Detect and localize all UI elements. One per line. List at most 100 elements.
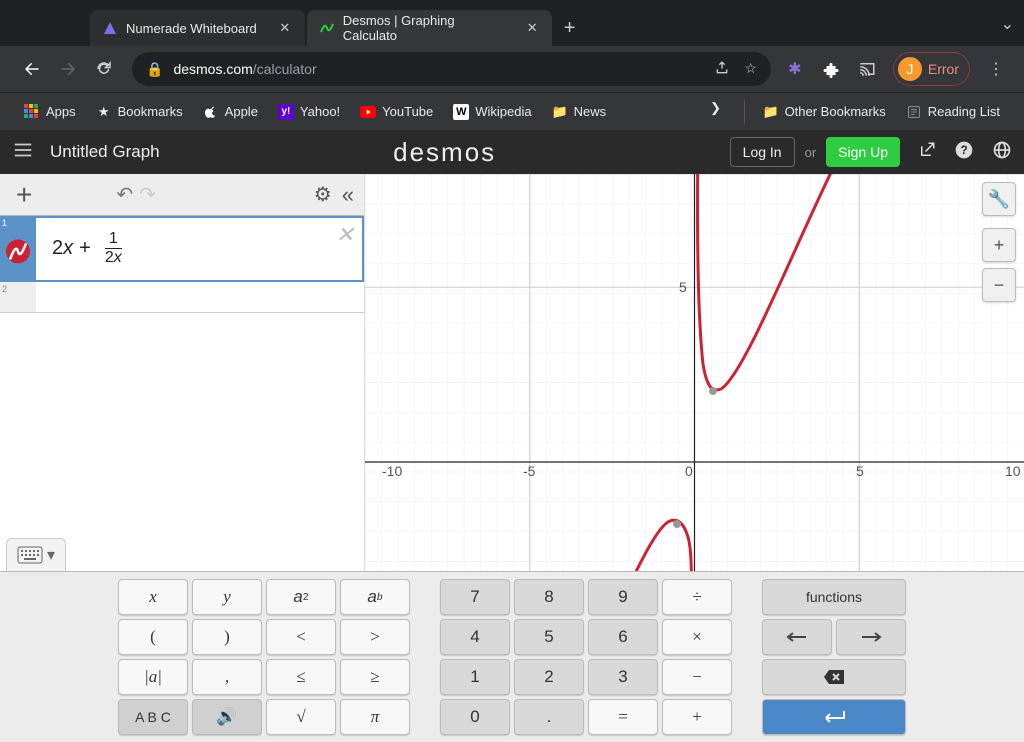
key-abc[interactable]: A B C bbox=[118, 699, 188, 735]
close-icon[interactable]: ✕ bbox=[277, 20, 293, 36]
new-tab-button[interactable]: + bbox=[554, 10, 586, 46]
bookmark-folder[interactable]: ★Bookmarks bbox=[86, 104, 193, 120]
key-eq[interactable]: = bbox=[588, 699, 658, 735]
settings-icon[interactable]: ⚙ bbox=[314, 182, 332, 207]
zoom-in-button[interactable]: + bbox=[982, 228, 1016, 262]
key-pi[interactable]: π bbox=[340, 699, 410, 735]
share-icon[interactable] bbox=[918, 141, 936, 164]
keyboard-toggle[interactable]: ▾ bbox=[6, 538, 66, 571]
close-icon[interactable]: ✕ bbox=[336, 222, 354, 248]
extensions-icon[interactable] bbox=[821, 59, 841, 79]
profile-error: Error bbox=[928, 61, 959, 77]
key-4[interactable]: 4 bbox=[440, 619, 510, 655]
reading-list[interactable]: Reading List bbox=[896, 100, 1010, 124]
redo-button[interactable]: ↷ bbox=[139, 182, 156, 207]
expression-input[interactable] bbox=[36, 282, 364, 312]
collapse-icon[interactable]: « bbox=[342, 182, 354, 208]
graph-svg: -10 -5 0 5 10 5 bbox=[365, 174, 1024, 571]
key-rparen[interactable]: ) bbox=[192, 619, 262, 655]
expression-toolbar: + ↶ ↷ ⚙ « bbox=[0, 174, 364, 216]
overflow-icon[interactable]: ❯ bbox=[708, 100, 724, 116]
svg-text:-10: -10 bbox=[382, 463, 402, 479]
youtube-icon bbox=[360, 104, 376, 120]
bookmark-yahoo[interactable]: y!Yahoo! bbox=[268, 104, 350, 120]
key-comma[interactable]: , bbox=[192, 659, 262, 695]
login-button[interactable]: Log In bbox=[730, 137, 795, 167]
reload-button[interactable] bbox=[86, 51, 122, 87]
graph-title[interactable]: Untitled Graph bbox=[50, 142, 160, 162]
key-sub[interactable]: − bbox=[662, 659, 732, 695]
key-5[interactable]: 5 bbox=[514, 619, 584, 655]
svg-text:-5: -5 bbox=[523, 463, 536, 479]
undo-button[interactable]: ↶ bbox=[116, 182, 133, 207]
zoom-out-button[interactable]: − bbox=[982, 268, 1016, 302]
star-icon[interactable]: ☆ bbox=[744, 60, 757, 79]
apps-button[interactable]: Apps bbox=[14, 104, 86, 120]
extension-icon[interactable]: ✱ bbox=[785, 59, 805, 79]
wrench-icon[interactable]: 🔧 bbox=[982, 182, 1016, 216]
share-icon[interactable] bbox=[714, 60, 730, 79]
svg-text:5: 5 bbox=[679, 279, 687, 295]
bookmark-news[interactable]: 📁News bbox=[542, 104, 617, 120]
app-header: Untitled Graph desmos Log In or Sign Up … bbox=[0, 130, 1024, 174]
key-2[interactable]: 2 bbox=[514, 659, 584, 695]
signup-button[interactable]: Sign Up bbox=[826, 137, 900, 167]
bookmark-wikipedia[interactable]: WWikipedia bbox=[443, 104, 541, 120]
key-add[interactable]: + bbox=[662, 699, 732, 735]
bookmark-apple[interactable]: Apple bbox=[193, 104, 268, 120]
apple-icon bbox=[203, 104, 219, 120]
forward-button[interactable] bbox=[50, 51, 86, 87]
key-9[interactable]: 9 bbox=[588, 579, 658, 615]
tab-numerade[interactable]: Numerade Whiteboard ✕ bbox=[90, 10, 305, 46]
menu-icon[interactable] bbox=[12, 139, 34, 166]
folder-icon: 📁 bbox=[552, 104, 568, 120]
chevron-down-icon[interactable]: ⌄ bbox=[1001, 14, 1014, 34]
key-1[interactable]: 1 bbox=[440, 659, 510, 695]
key-right[interactable] bbox=[836, 619, 906, 655]
key-a2[interactable]: a2 bbox=[266, 579, 336, 615]
graph-area[interactable]: -10 -5 0 5 10 5 🔧 + − bbox=[365, 174, 1024, 571]
key-lt[interactable]: < bbox=[266, 619, 336, 655]
expression-row-1[interactable]: 1 2x + 1 2x ✕ bbox=[0, 216, 364, 282]
wikipedia-icon: W bbox=[453, 104, 469, 120]
key-div[interactable]: ÷ bbox=[662, 579, 732, 615]
language-icon[interactable] bbox=[992, 140, 1012, 165]
key-abs[interactable]: |a| bbox=[118, 659, 188, 695]
key-dot[interactable]: . bbox=[514, 699, 584, 735]
key-ab[interactable]: ab bbox=[340, 579, 410, 615]
key-y[interactable]: y bbox=[192, 579, 262, 615]
close-icon[interactable]: ✕ bbox=[525, 20, 540, 36]
key-functions[interactable]: functions bbox=[762, 579, 906, 615]
toolbar-icons: ✱ J Error ⋮ bbox=[781, 52, 1010, 86]
other-bookmarks[interactable]: 📁Other Bookmarks bbox=[753, 100, 896, 124]
help-icon[interactable]: ? bbox=[954, 140, 974, 165]
key-sqrt[interactable]: √ bbox=[266, 699, 336, 735]
key-ge[interactable]: ≥ bbox=[340, 659, 410, 695]
key-backspace[interactable] bbox=[762, 659, 906, 695]
key-7[interactable]: 7 bbox=[440, 579, 510, 615]
key-8[interactable]: 8 bbox=[514, 579, 584, 615]
key-3[interactable]: 3 bbox=[588, 659, 658, 695]
key-lparen[interactable]: ( bbox=[118, 619, 188, 655]
key-audio[interactable]: 🔊 bbox=[192, 699, 262, 735]
curve-icon[interactable] bbox=[6, 239, 30, 263]
key-x[interactable]: x bbox=[118, 579, 188, 615]
key-left[interactable] bbox=[762, 619, 832, 655]
key-0[interactable]: 0 bbox=[440, 699, 510, 735]
svg-text:0: 0 bbox=[685, 463, 693, 479]
cast-icon[interactable] bbox=[857, 59, 877, 79]
tab-desmos[interactable]: Desmos | Graphing Calculato ✕ bbox=[307, 10, 552, 46]
key-mul[interactable]: × bbox=[662, 619, 732, 655]
key-gt[interactable]: > bbox=[340, 619, 410, 655]
expression-input[interactable]: 2x + 1 2x ✕ bbox=[36, 216, 364, 281]
menu-icon[interactable]: ⋮ bbox=[986, 59, 1006, 79]
url-bar[interactable]: 🔒 desmos.com/calculator ☆ bbox=[132, 52, 771, 86]
key-enter[interactable] bbox=[762, 699, 906, 735]
bookmark-youtube[interactable]: YouTube bbox=[350, 104, 443, 120]
key-le[interactable]: ≤ bbox=[266, 659, 336, 695]
expression-row-2[interactable]: 2 bbox=[0, 282, 364, 313]
back-button[interactable] bbox=[14, 51, 50, 87]
add-expression-button[interactable]: + bbox=[10, 179, 38, 211]
profile-badge[interactable]: J Error bbox=[893, 52, 970, 86]
key-6[interactable]: 6 bbox=[588, 619, 658, 655]
